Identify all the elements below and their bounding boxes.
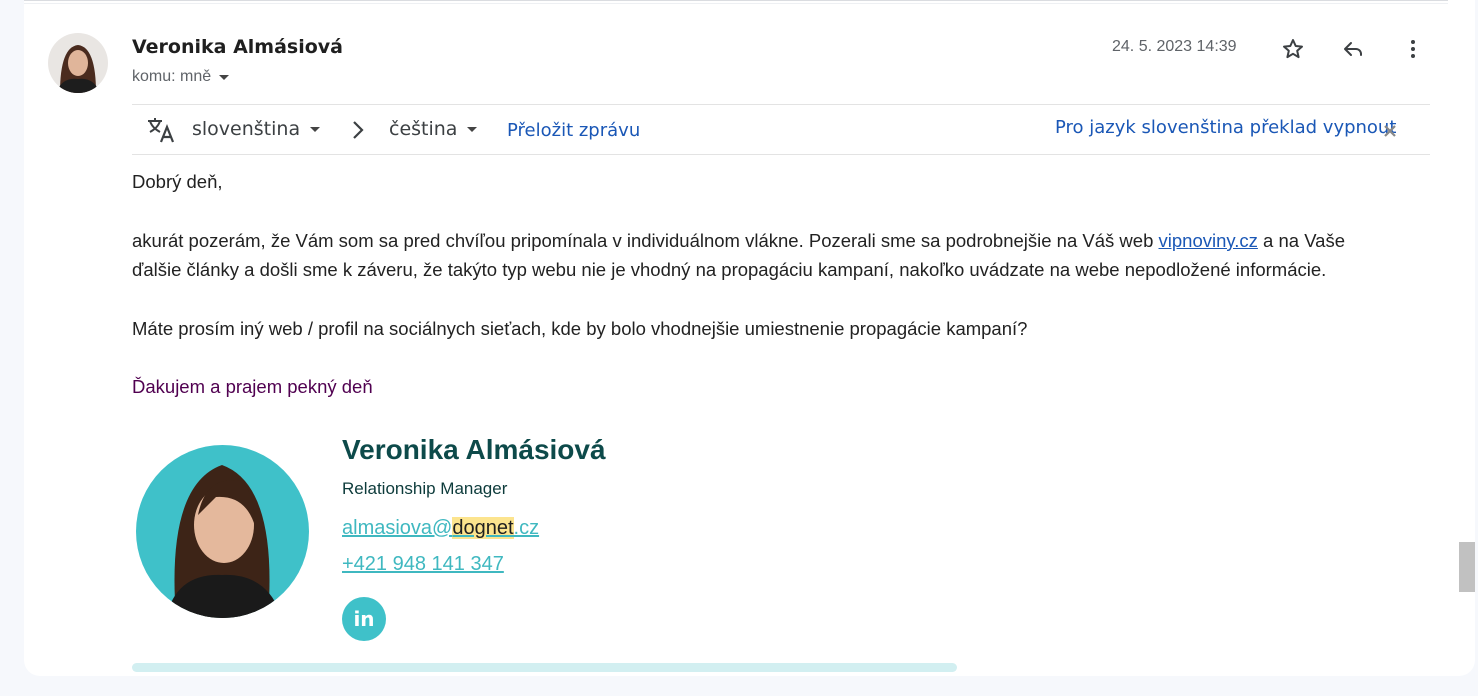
sender-name[interactable]: Veronika Almásiová	[132, 36, 343, 58]
recipient-label: komu: mně	[132, 68, 212, 85]
message-date: 24. 5. 2023 14:39	[1112, 38, 1237, 55]
target-lang-label: čeština	[389, 118, 458, 140]
signature-phone-link[interactable]: +421 948 141 347	[342, 553, 504, 576]
source-lang-label: slovenština	[192, 118, 301, 140]
signature-email-link[interactable]: almasiova@dognet.cz	[342, 517, 539, 540]
translate-message-link[interactable]: Přeložit zprávu	[507, 120, 640, 141]
email-highlight: dognet	[452, 517, 514, 539]
translation-bar: slovenština čeština Přeložit zprávu Pro …	[132, 104, 1430, 155]
scrollbar-thumb[interactable]	[1459, 542, 1475, 592]
signature-photo	[136, 445, 309, 618]
star-icon[interactable]	[1280, 36, 1306, 62]
close-icon[interactable]	[1384, 124, 1396, 142]
chevron-right-icon	[350, 119, 366, 146]
signature-role: Relationship Manager	[342, 479, 508, 498]
paragraph-text: a na Vaše	[1257, 230, 1345, 251]
recipient-toggle[interactable]: komu: mně	[132, 68, 230, 86]
reply-icon[interactable]	[1340, 36, 1366, 62]
source-lang-select[interactable]: slovenština	[192, 118, 321, 140]
caret-down-icon	[467, 126, 478, 132]
closing-line: Ďakujem a prajem pekný deň	[132, 376, 373, 397]
signature-name: Veronika Almásiová	[342, 434, 606, 465]
body-paragraph-1: akurát pozerám, že Vám som sa pred chvíľ…	[132, 226, 1345, 284]
top-divider	[24, 0, 1448, 4]
paragraph-line: akurát pozerám, že Vám som sa pred chvíľ…	[132, 226, 1345, 255]
caret-down-icon	[310, 126, 321, 132]
paragraph-line: ďalšie články a došli sme k záveru, že t…	[132, 259, 1327, 280]
translate-icon	[146, 116, 176, 149]
sender-avatar[interactable]	[48, 33, 108, 93]
email-suffix: .cz	[513, 517, 540, 539]
caret-down-icon	[219, 74, 230, 80]
greeting: Dobrý deň,	[132, 171, 223, 192]
linkedin-icon[interactable]: in	[342, 597, 386, 641]
disable-translation-link[interactable]: Pro jazyk slovenština překlad vypnout	[1055, 117, 1396, 138]
body-paragraph-2: Máte prosím iný web / profil na sociálny…	[132, 318, 1028, 339]
paragraph-text: akurát pozerám, že Vám som sa pred chvíľ…	[132, 230, 1159, 251]
email-prefix: almasiova@	[342, 517, 453, 539]
signature-divider	[132, 663, 957, 672]
website-link[interactable]: vipnoviny.cz	[1159, 230, 1258, 251]
target-lang-select[interactable]: čeština	[389, 118, 478, 140]
more-vert-icon[interactable]	[1400, 36, 1426, 62]
email-card: Veronika Almásiová komu: mně 24. 5. 2023…	[24, 0, 1475, 676]
